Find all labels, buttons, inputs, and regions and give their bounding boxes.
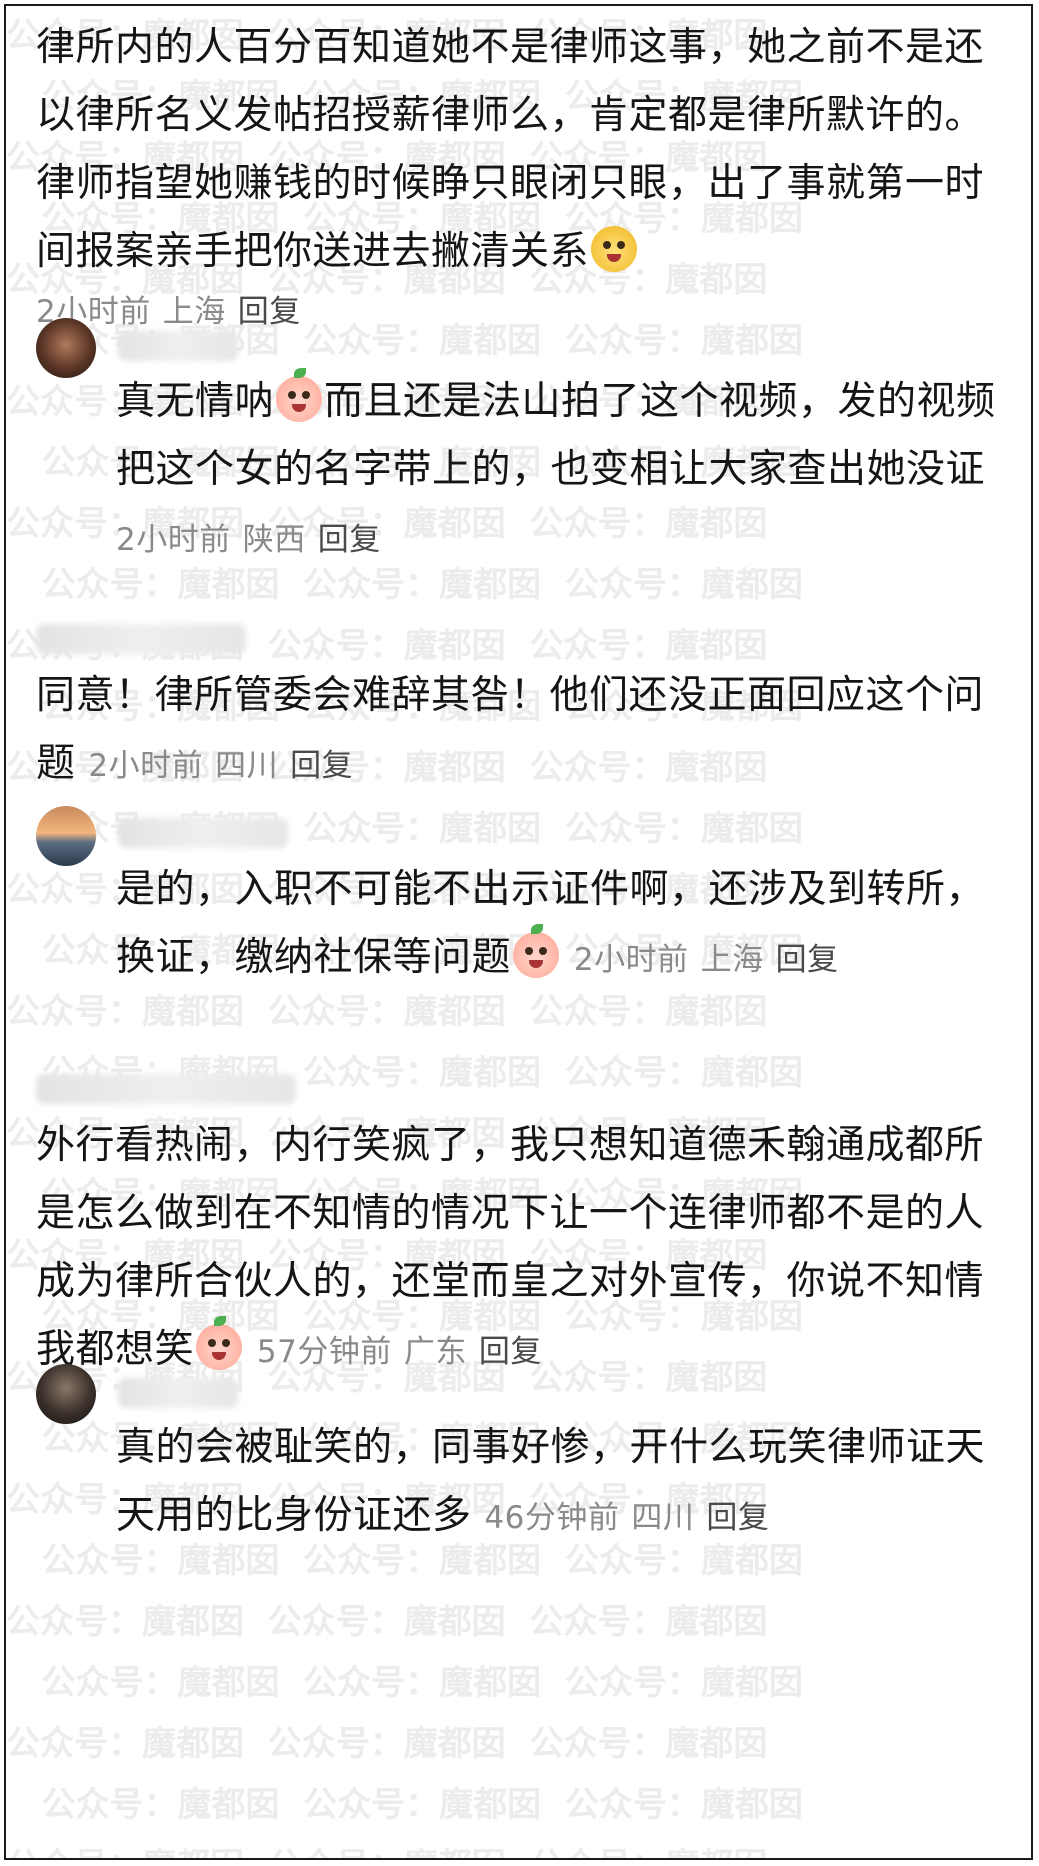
comment-meta: 2小时前 上海 回复 bbox=[574, 942, 839, 978]
crying-peach-emoji bbox=[513, 924, 560, 978]
comment-meta: 46分钟前 四川 回复 bbox=[484, 1500, 769, 1536]
comment-5: 外行看热闹，内行笑疯了，我只想知道德禾翰通成都所是怎么做到在不知情的情况下让一个… bbox=[36, 1112, 1016, 1386]
comment-text: 真无情呐 bbox=[116, 379, 275, 424]
location: 四川 bbox=[631, 1500, 695, 1536]
username-blurred[interactable] bbox=[118, 1378, 238, 1408]
reply-button[interactable]: 回复 bbox=[776, 942, 839, 978]
avatar[interactable] bbox=[36, 318, 96, 378]
location: 上海 bbox=[162, 294, 226, 330]
comment-4: 是的，入职不可能不出示证件啊，还涉及到转所，换证，缴纳社保等问题 2小时前 上海回… bbox=[116, 856, 1016, 994]
comment-meta: 2小时前 陕西 回复 bbox=[116, 522, 381, 558]
yellow-dog-emoji bbox=[591, 226, 638, 272]
location: 陕西 bbox=[242, 522, 306, 558]
username-blurred[interactable] bbox=[36, 1074, 296, 1104]
peach-emoji bbox=[196, 1316, 243, 1370]
reply-button[interactable]: 回复 bbox=[238, 294, 301, 330]
username-blurred[interactable] bbox=[118, 331, 238, 361]
peach-emoji bbox=[276, 368, 323, 422]
timestamp: 57分钟前 bbox=[256, 1334, 392, 1370]
comment-feed: 公众号：魔都囡 公众号：魔都囡 公众号：魔都囡 公众号：魔都囡 公众号：魔都囡 … bbox=[4, 4, 1033, 1860]
username-blurred[interactable] bbox=[36, 624, 246, 654]
comment-3: 同意！律所管委会难辞其咎！他们还没正面回应这个问题 2小时前 四川 回复 bbox=[36, 662, 1016, 800]
reply-button[interactable]: 回复 bbox=[706, 1500, 769, 1536]
timestamp: 2小时前 bbox=[573, 942, 689, 978]
location: 四川 bbox=[215, 748, 279, 784]
comment-1: 律所内的人百分百知道她不是律师这事，她之前不是还以律所名义发帖招授薪律师么，肯定… bbox=[36, 14, 1016, 331]
reply-button[interactable]: 回复 bbox=[290, 748, 353, 784]
comment-meta: 57分钟前 广东 回复 bbox=[257, 1334, 542, 1370]
timestamp: 46分钟前 bbox=[484, 1500, 620, 1536]
comment-meta: 2小时前 上海 回复 bbox=[36, 286, 1016, 331]
username-blurred[interactable] bbox=[118, 818, 288, 848]
comment-2: 真无情呐 而且还是法山拍了这个视频，发的视频把这个女的名字带上的，也变相让大家查出… bbox=[116, 368, 1016, 574]
timestamp: 2小时前 bbox=[88, 748, 204, 784]
comment-meta: 2小时前 四川 回复 bbox=[88, 748, 353, 784]
location: 广东 bbox=[403, 1334, 467, 1370]
comment-text: 律所内的人百分百知道她不是律师这事，她之前不是还以律所名义发帖招授薪律师么，肯定… bbox=[36, 25, 985, 274]
avatar[interactable] bbox=[36, 1364, 96, 1424]
location: 上海 bbox=[700, 942, 764, 978]
avatar[interactable] bbox=[36, 806, 96, 866]
reply-button[interactable]: 回复 bbox=[479, 1334, 542, 1370]
reply-button[interactable]: 回复 bbox=[318, 522, 381, 558]
comment-6: 真的会被耻笑的，同事好惨，开什么玩笑律师证天天用的比身份证还多 46分钟前 四川回… bbox=[116, 1414, 1016, 1552]
timestamp: 2小时前 bbox=[116, 522, 231, 558]
